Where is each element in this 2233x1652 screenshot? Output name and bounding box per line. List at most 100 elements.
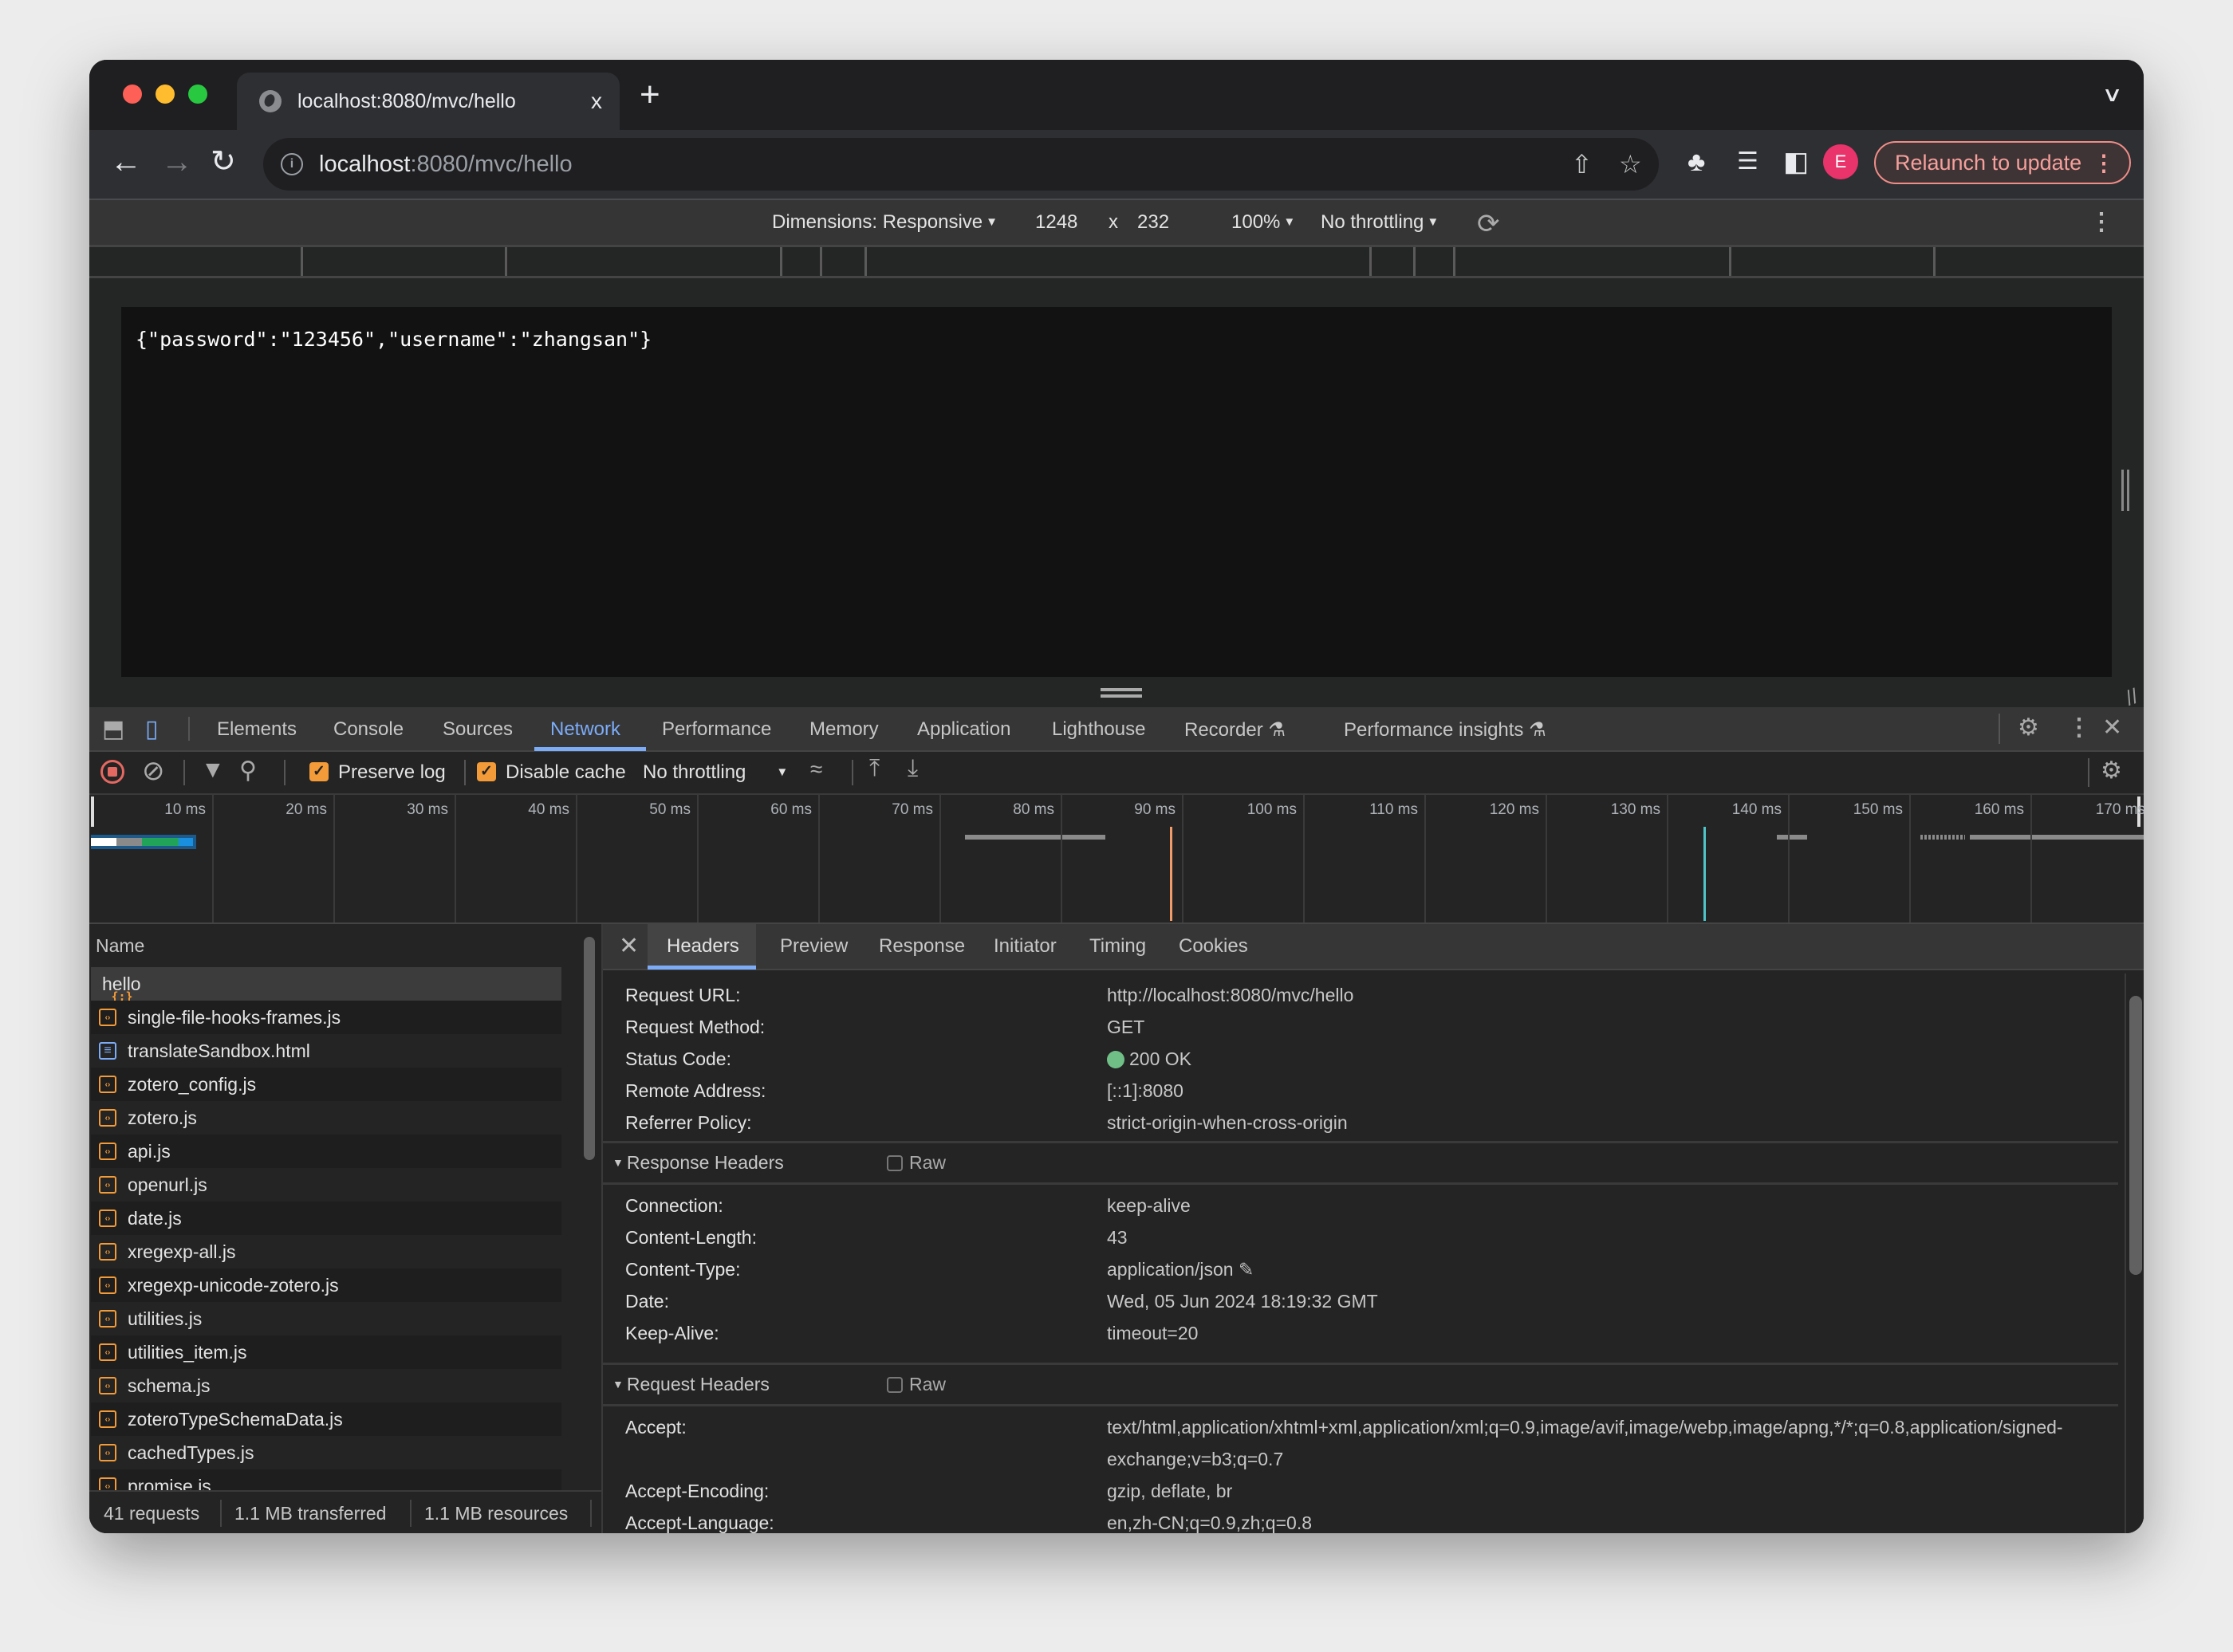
extensions-puzzle-icon[interactable]: ♣ (1688, 146, 1705, 178)
tab-console[interactable]: Console (333, 718, 404, 741)
overview-left-handle[interactable] (91, 796, 94, 827)
address-url[interactable]: localhost:8080/mvc/hello (319, 151, 573, 178)
device-throttling-dropdown[interactable]: No throttling ▼ (1321, 211, 1439, 234)
browser-tab[interactable]: localhost:8080/mvc/hello x (237, 73, 620, 130)
minimize-window-button[interactable] (156, 85, 175, 104)
request-row[interactable]: ‹› xregexp-unicode-zotero.js (91, 1268, 561, 1302)
clear-icon[interactable]: ⊘ (142, 755, 165, 787)
tab-timing[interactable]: Timing (1089, 935, 1146, 958)
forward-arrow-icon[interactable]: → (161, 144, 193, 179)
script-file-icon: ‹› (99, 1210, 116, 1227)
device-toolbar: Dimensions: Responsive ▼ 1248 x 232 100% ▼… (89, 200, 2144, 247)
request-row[interactable]: ‹› openurl.js (91, 1168, 561, 1202)
address-bar[interactable]: i localhost:8080/mvc/hello ⇧ ☆ (263, 138, 1659, 191)
tab-elements[interactable]: Elements (217, 718, 297, 741)
reload-icon[interactable]: ↻ (211, 144, 236, 179)
device-more-icon[interactable]: ⋮ (2089, 208, 2113, 236)
network-settings-gear-icon[interactable]: ⚙ (2101, 757, 2122, 785)
tab-cookies[interactable]: Cookies (1179, 935, 1248, 958)
devtools-more-icon[interactable]: ⋮ (2067, 714, 2091, 741)
tab-recorder[interactable]: Recorder ⚗ (1184, 718, 1286, 741)
request-row[interactable]: ‹› cachedTypes.js (91, 1436, 561, 1469)
request-row[interactable]: ‹› date.js (91, 1202, 561, 1235)
inspect-element-icon[interactable]: ⬒ (102, 715, 124, 743)
zoom-dropdown[interactable]: 100% ▼ (1231, 211, 1295, 234)
tab-sources[interactable]: Sources (443, 718, 513, 741)
expand-triangle-icon: ▼ (612, 1156, 624, 1169)
edit-pencil-icon[interactable]: ✎ (1239, 1259, 1254, 1280)
share-icon[interactable]: ⇧ (1571, 149, 1593, 179)
request-headers-section-header[interactable]: ▼ Request Headers Raw (603, 1364, 2118, 1406)
media-queue-icon[interactable]: ☰ (1737, 146, 1758, 178)
more-vertical-icon[interactable]: ⋮ (2093, 150, 2115, 176)
devtools-close-icon[interactable]: ✕ (2102, 714, 2122, 741)
back-arrow-icon[interactable]: ← (110, 144, 142, 179)
tab-memory[interactable]: Memory (809, 718, 879, 741)
new-tab-button[interactable]: + (640, 76, 660, 114)
request-row[interactable]: ‹› zotero_config.js (91, 1068, 561, 1101)
tab-search-chevron-icon[interactable]: ∨ (2101, 82, 2123, 107)
preserve-log-checkbox[interactable]: ✓ (309, 762, 329, 781)
request-name: single-file-hooks-frames.js (128, 1006, 341, 1028)
request-row[interactable]: ‹› utilities.js (91, 1302, 561, 1335)
viewport-height-resize-handle[interactable] (1101, 688, 1142, 698)
overview-tick-label: 80 ms (1013, 801, 1054, 818)
request-row[interactable]: ‹› zotero.js (91, 1101, 561, 1135)
disable-cache-checkbox[interactable]: ✓ (477, 762, 496, 781)
request-row[interactable]: ‹› zoteroTypeSchemaData.js (91, 1402, 561, 1436)
request-row[interactable]: ‹› schema.js (91, 1369, 561, 1402)
filter-funnel-icon[interactable]: ▼ (201, 757, 225, 784)
request-row[interactable]: ‹› single-file-hooks-frames.js (91, 1001, 561, 1034)
tab-initiator[interactable]: Initiator (994, 935, 1057, 958)
script-file-icon: ‹› (99, 1343, 116, 1361)
zoom-window-button[interactable] (188, 85, 207, 104)
request-row[interactable]: ‹› utilities_item.js (91, 1335, 561, 1369)
tab-preview[interactable]: Preview (780, 935, 848, 958)
tab-headers[interactable]: Headers (667, 935, 739, 958)
site-info-icon[interactable]: i (281, 153, 303, 175)
detail-scrollbar-thumb[interactable] (2129, 996, 2142, 1275)
close-window-button[interactable] (123, 85, 142, 104)
tab-network[interactable]: Network (550, 718, 620, 741)
import-har-upload-icon[interactable]: ⤒ (869, 755, 880, 782)
response-headers-section-header[interactable]: ▼ Response Headers Raw (603, 1143, 2118, 1185)
tab-performance-insights-label: Performance insights (1344, 719, 1524, 741)
profile-avatar[interactable]: E (1823, 144, 1858, 179)
width-input[interactable]: 1248 (1035, 211, 1077, 234)
request-raw-checkbox[interactable] (887, 1377, 903, 1393)
request-url-value: http://localhost:8080/mvc/hello (1107, 985, 1354, 1005)
dimensions-dropdown[interactable]: Dimensions: Responsive ▼ (772, 211, 998, 234)
tab-application[interactable]: Application (917, 718, 1010, 741)
network-throttling-dropdown[interactable]: No throttling ▼ (643, 761, 788, 784)
network-overview-timeline[interactable]: 10 ms 20 ms 30 ms 40 ms 50 ms 60 ms 70 ms 80 ms… (89, 795, 2144, 924)
tab-lighthouse[interactable]: Lighthouse (1052, 718, 1145, 741)
search-icon[interactable]: ⚲ (239, 757, 257, 785)
record-stop-button[interactable] (100, 760, 124, 784)
name-column-header[interactable]: Name (96, 935, 144, 957)
rotate-icon[interactable]: ⟳ (1477, 208, 1500, 240)
request-list-scrollbar[interactable] (584, 937, 595, 1160)
export-har-download-icon[interactable]: ⤓ (908, 755, 918, 782)
device-toolbar-toggle-icon[interactable]: ▯ (145, 715, 159, 743)
height-input[interactable]: 232 (1137, 211, 1169, 234)
tab-response[interactable]: Response (879, 935, 965, 958)
request-row[interactable]: ≡ translateSandbox.html (91, 1034, 561, 1068)
viewport-width-resize-handle[interactable] (2121, 470, 2129, 511)
tab-performance[interactable]: Performance (662, 718, 771, 741)
bookmark-star-icon[interactable]: ☆ (1619, 149, 1642, 179)
media-query-ruler (89, 247, 2144, 278)
response-header-key: Content-Type: (625, 1259, 741, 1280)
json-response-text: {"password":"123456","username":"zhangsa… (136, 328, 652, 351)
side-panel-icon[interactable]: ◧ (1783, 146, 1809, 178)
request-row[interactable]: {;} hello (91, 967, 561, 1004)
tab-performance-insights[interactable]: Performance insights ⚗ (1344, 718, 1546, 741)
network-conditions-wifi-icon[interactable]: ≈ (810, 757, 822, 782)
close-detail-icon[interactable]: ✕ (619, 932, 639, 960)
overview-tick-label: 140 ms (1731, 801, 1782, 818)
request-row[interactable]: ‹› api.js (91, 1135, 561, 1168)
response-raw-checkbox[interactable] (887, 1155, 903, 1171)
request-row[interactable]: ‹› xregexp-all.js (91, 1235, 561, 1268)
devtools-settings-gear-icon[interactable]: ⚙ (2018, 714, 2039, 741)
tab-close-icon[interactable]: x (591, 88, 602, 114)
relaunch-to-update-button[interactable]: Relaunch to update ⋮ (1874, 141, 2131, 184)
